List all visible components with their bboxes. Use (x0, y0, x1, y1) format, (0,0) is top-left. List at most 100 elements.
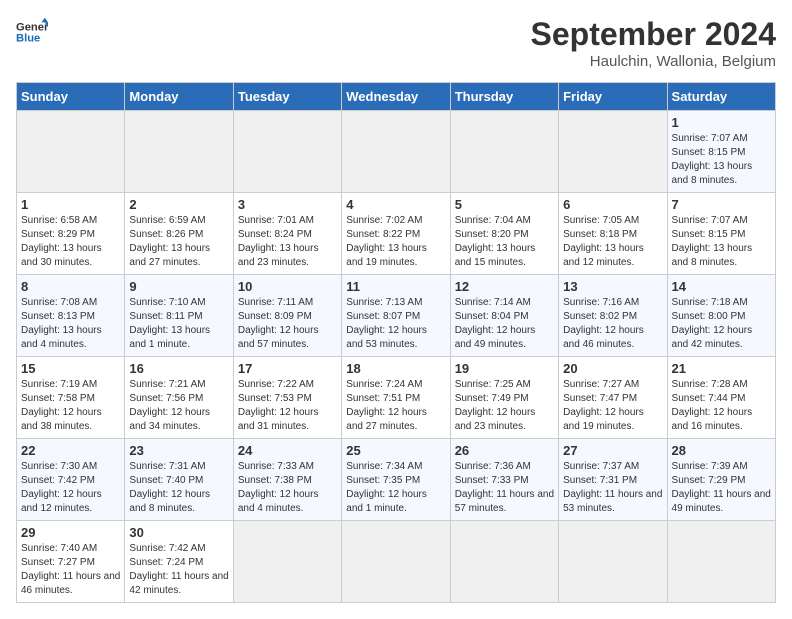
calendar-week-4: 22 Sunrise: 7:30 AMSunset: 7:42 PMDayligh… (17, 439, 776, 521)
calendar-cell: 1 Sunrise: 6:58 AMSunset: 8:29 PMDaylight… (17, 193, 125, 275)
page-header: General Blue September 2024 Haulchin, Wa… (16, 16, 776, 70)
day-header-saturday: Saturday (667, 83, 775, 111)
calendar-cell: 4Sunrise: 7:02 AMSunset: 8:22 PMDaylight… (342, 193, 450, 275)
day-header-wednesday: Wednesday (342, 83, 450, 111)
calendar-cell: 30 Sunrise: 7:42 AMSunset: 7:24 PMDayligh… (125, 521, 233, 603)
day-info: Sunrise: 7:28 AMSunset: 7:44 PMDaylight:… (672, 378, 771, 434)
calendar-header-row: SundayMondayTuesdayWednesdayThursdayFrid… (17, 83, 776, 111)
day-number: 16 (129, 361, 228, 376)
day-number: 24 (238, 443, 337, 458)
day-info: Sunrise: 7:30 AMSunset: 7:42 PMDaylight:… (21, 460, 120, 516)
day-number: 1 (21, 197, 120, 212)
day-number: 2 (129, 197, 228, 212)
calendar-cell: 8Sunrise: 7:08 AMSunset: 8:13 PMDaylight… (17, 275, 125, 357)
calendar-cell (342, 521, 450, 603)
calendar-cell: 20Sunrise: 7:27 AMSunset: 7:47 PMDayligh… (559, 357, 667, 439)
calendar-cell: 17Sunrise: 7:22 AMSunset: 7:53 PMDayligh… (233, 357, 341, 439)
calendar-cell: 22 Sunrise: 7:30 AMSunset: 7:42 PMDayligh… (17, 439, 125, 521)
calendar-week-3: 15Sunrise: 7:19 AMSunset: 7:58 PMDayligh… (17, 357, 776, 439)
svg-text:General: General (16, 21, 48, 33)
day-number: 13 (563, 279, 662, 294)
day-info: Sunrise: 7:42 AMSunset: 7:24 PMDaylight:… (129, 542, 228, 598)
day-number: 29 (21, 525, 120, 540)
day-number: 1 (672, 115, 771, 130)
day-number: 19 (455, 361, 554, 376)
day-number: 8 (21, 279, 120, 294)
day-info: Sunrise: 7:05 AMSunset: 8:18 PMDaylight:… (563, 214, 662, 270)
day-number: 20 (563, 361, 662, 376)
calendar-cell (342, 111, 450, 193)
calendar-cell: 25Sunrise: 7:34 AMSunset: 7:35 PMDayligh… (342, 439, 450, 521)
day-info: Sunrise: 7:33 AMSunset: 7:38 PMDaylight:… (238, 460, 337, 516)
day-info: Sunrise: 7:36 AMSunset: 7:33 PMDaylight:… (455, 460, 554, 516)
day-number: 21 (672, 361, 771, 376)
day-number: 30 (129, 525, 228, 540)
day-number: 7 (672, 197, 771, 212)
day-info: Sunrise: 7:18 AMSunset: 8:00 PMDaylight:… (672, 296, 771, 352)
day-number: 28 (672, 443, 771, 458)
day-number: 18 (346, 361, 445, 376)
calendar-cell (450, 521, 558, 603)
day-info: Sunrise: 6:58 AMSunset: 8:29 PMDaylight:… (21, 214, 120, 270)
day-number: 5 (455, 197, 554, 212)
day-number: 26 (455, 443, 554, 458)
calendar-cell: 14Sunrise: 7:18 AMSunset: 8:00 PMDayligh… (667, 275, 775, 357)
calendar-cell: 26 Sunrise: 7:36 AMSunset: 7:33 PMDayligh… (450, 439, 558, 521)
day-info: Sunrise: 7:19 AMSunset: 7:58 PMDaylight:… (21, 378, 120, 434)
calendar-table: SundayMondayTuesdayWednesdayThursdayFrid… (16, 82, 776, 603)
calendar-cell (233, 521, 341, 603)
calendar-cell: 5 Sunrise: 7:04 AMSunset: 8:20 PMDaylight… (450, 193, 558, 275)
calendar-cell (450, 111, 558, 193)
day-info: Sunrise: 7:31 AMSunset: 7:40 PMDaylight:… (129, 460, 228, 516)
calendar-cell: 19Sunrise: 7:25 AMSunset: 7:49 PMDayligh… (450, 357, 558, 439)
day-number: 10 (238, 279, 337, 294)
calendar-cell: 24 Sunrise: 7:33 AMSunset: 7:38 PMDayligh… (233, 439, 341, 521)
day-number: 25 (346, 443, 445, 458)
calendar-cell: 18Sunrise: 7:24 AMSunset: 7:51 PMDayligh… (342, 357, 450, 439)
calendar-cell (559, 521, 667, 603)
calendar-cell (17, 111, 125, 193)
day-number: 23 (129, 443, 228, 458)
calendar-week-5: 29Sunrise: 7:40 AMSunset: 7:27 PMDayligh… (17, 521, 776, 603)
day-info: Sunrise: 7:21 AMSunset: 7:56 PMDaylight:… (129, 378, 228, 434)
calendar-cell: 6 Sunrise: 7:05 AMSunset: 8:18 PMDaylight… (559, 193, 667, 275)
day-header-friday: Friday (559, 83, 667, 111)
calendar-cell: 12Sunrise: 7:14 AMSunset: 8:04 PMDayligh… (450, 275, 558, 357)
day-number: 11 (346, 279, 445, 294)
day-info: Sunrise: 7:22 AMSunset: 7:53 PMDaylight:… (238, 378, 337, 434)
day-info: Sunrise: 7:11 AMSunset: 8:09 PMDaylight:… (238, 296, 337, 352)
day-number: 22 (21, 443, 120, 458)
calendar-cell: 2 Sunrise: 6:59 AMSunset: 8:26 PMDaylight… (125, 193, 233, 275)
day-info: Sunrise: 7:37 AMSunset: 7:31 PMDaylight:… (563, 460, 662, 516)
calendar-week-0: 1 Sunrise: 7:07 AMSunset: 8:15 PMDaylight… (17, 111, 776, 193)
logo: General Blue (16, 16, 48, 48)
calendar-cell (559, 111, 667, 193)
calendar-cell: 23 Sunrise: 7:31 AMSunset: 7:40 PMDayligh… (125, 439, 233, 521)
calendar-cell: 9 Sunrise: 7:10 AMSunset: 8:11 PMDaylight… (125, 275, 233, 357)
day-info: Sunrise: 7:10 AMSunset: 8:11 PMDaylight:… (129, 296, 228, 352)
day-info: Sunrise: 7:04 AMSunset: 8:20 PMDaylight:… (455, 214, 554, 270)
day-info: Sunrise: 7:07 AMSunset: 8:15 PMDaylight:… (672, 132, 771, 188)
calendar-cell: 7 Sunrise: 7:07 AMSunset: 8:15 PMDaylight… (667, 193, 775, 275)
calendar-cell: 28Sunrise: 7:39 AMSunset: 7:29 PMDayligh… (667, 439, 775, 521)
calendar-cell: 16 Sunrise: 7:21 AMSunset: 7:56 PMDayligh… (125, 357, 233, 439)
day-info: Sunrise: 7:07 AMSunset: 8:15 PMDaylight:… (672, 214, 771, 270)
calendar-cell: 13Sunrise: 7:16 AMSunset: 8:02 PMDayligh… (559, 275, 667, 357)
day-number: 6 (563, 197, 662, 212)
month-title: September 2024 (531, 16, 776, 53)
calendar-cell: 15Sunrise: 7:19 AMSunset: 7:58 PMDayligh… (17, 357, 125, 439)
location: Haulchin, Wallonia, Belgium (531, 53, 776, 70)
day-number: 27 (563, 443, 662, 458)
calendar-cell: 27 Sunrise: 7:37 AMSunset: 7:31 PMDayligh… (559, 439, 667, 521)
calendar-week-2: 8Sunrise: 7:08 AMSunset: 8:13 PMDaylight… (17, 275, 776, 357)
day-info: Sunrise: 6:59 AMSunset: 8:26 PMDaylight:… (129, 214, 228, 270)
day-info: Sunrise: 7:13 AMSunset: 8:07 PMDaylight:… (346, 296, 445, 352)
calendar-cell (125, 111, 233, 193)
day-number: 9 (129, 279, 228, 294)
calendar-cell: 1 Sunrise: 7:07 AMSunset: 8:15 PMDaylight… (667, 111, 775, 193)
calendar-cell (233, 111, 341, 193)
logo-icon: General Blue (16, 16, 48, 48)
day-number: 4 (346, 197, 445, 212)
day-number: 3 (238, 197, 337, 212)
calendar-body: 1 Sunrise: 7:07 AMSunset: 8:15 PMDaylight… (17, 111, 776, 603)
